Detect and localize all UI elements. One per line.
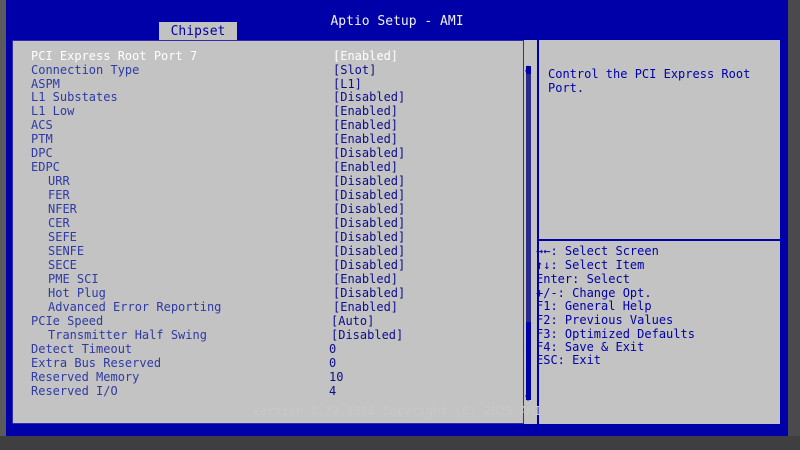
- setting-label: SENFE: [48, 244, 85, 258]
- monitor-bezel-bottom: [0, 436, 800, 450]
- setting-label: Transmitter Half Swing: [48, 328, 207, 342]
- setting-value[interactable]: [Enabled]: [333, 272, 398, 286]
- key-help-item: ↑↓: Select Item: [536, 258, 645, 272]
- key-help-item: F3: Optimized Defaults: [536, 327, 695, 341]
- setting-label: Hot Plug: [48, 286, 106, 300]
- setting-label: SECE: [48, 258, 77, 272]
- setting-label: SEFE: [48, 230, 77, 244]
- setting-value[interactable]: [L1]: [333, 77, 362, 91]
- setting-value[interactable]: [Disabled]: [333, 146, 405, 160]
- setting-label: PTM: [31, 132, 53, 146]
- setting-value[interactable]: [Disabled]: [333, 216, 405, 230]
- setting-label: L1 Substates: [31, 90, 118, 104]
- help-description: Control the PCI Express Root Port.: [548, 67, 758, 95]
- setting-value[interactable]: [Disabled]: [333, 90, 405, 104]
- setting-value[interactable]: [Disabled]: [333, 244, 405, 258]
- app-title: Aptio Setup - AMI: [330, 14, 464, 29]
- key-help-item: F2: Previous Values: [536, 313, 674, 327]
- setting-label: ASPM: [31, 77, 60, 91]
- setting-label: Extra Bus Reserved: [31, 356, 162, 370]
- setting-value[interactable]: [Disabled]: [333, 188, 405, 202]
- key-help-item: +/-: Change Opt.: [536, 286, 652, 300]
- key-help-item: ESC: Exit: [536, 353, 602, 367]
- setting-value[interactable]: [Enabled]: [333, 49, 398, 63]
- scroll-down-icon[interactable]: ▼: [521, 393, 535, 404]
- setting-value[interactable]: [Enabled]: [333, 104, 398, 118]
- setting-value[interactable]: [Auto]: [331, 314, 374, 328]
- setting-label: DPC: [31, 146, 53, 160]
- setting-value[interactable]: 10: [329, 370, 343, 384]
- tab-chipset[interactable]: Chipset: [159, 22, 237, 40]
- version-footer: Version 2.22.1288 Copyright (C) 2023 AMI: [252, 404, 542, 418]
- setting-label: CER: [48, 216, 70, 230]
- setting-value[interactable]: [Disabled]: [333, 230, 405, 244]
- key-help-item: F1: General Help: [536, 299, 652, 313]
- setting-label: PCI Express Root Port 7: [31, 49, 198, 63]
- setting-label: PME SCI: [48, 272, 99, 286]
- setting-value[interactable]: [Enabled]: [333, 118, 398, 132]
- setting-value[interactable]: [Slot]: [333, 63, 376, 77]
- setting-value[interactable]: [Disabled]: [333, 258, 405, 272]
- monitor-bezel-right: [788, 0, 800, 450]
- setting-label: NFER: [48, 202, 77, 216]
- setting-label: Reserved Memory: [31, 370, 140, 384]
- setting-label: URR: [48, 174, 70, 188]
- setting-label: EDPC: [31, 160, 60, 174]
- setting-value[interactable]: [Disabled]: [333, 202, 405, 216]
- key-help-item: Enter: Select: [536, 272, 630, 286]
- scroll-up-icon[interactable]: ▲: [521, 63, 535, 74]
- key-help-item: →←: Select Screen: [536, 244, 659, 258]
- setting-label: Advanced Error Reporting: [48, 300, 222, 314]
- setting-value[interactable]: [Disabled]: [333, 286, 405, 300]
- key-help-item: F4: Save & Exit: [536, 340, 645, 354]
- setting-label: L1 Low: [31, 104, 75, 118]
- setting-value[interactable]: 0: [329, 356, 336, 370]
- setting-label: Reserved I/O: [31, 384, 118, 398]
- setting-label: FER: [48, 188, 70, 202]
- setting-label: ACS: [31, 118, 53, 132]
- setting-value[interactable]: [Disabled]: [331, 328, 403, 342]
- setting-label: PCIe Speed: [31, 314, 104, 328]
- setting-label: Detect Timeout: [31, 342, 133, 356]
- setting-value[interactable]: [Enabled]: [333, 132, 398, 146]
- setting-value[interactable]: 0: [329, 342, 336, 356]
- setting-label: Connection Type: [31, 63, 140, 77]
- scrollbar-thumb[interactable]: [526, 74, 531, 322]
- setting-value[interactable]: [Enabled]: [333, 300, 398, 314]
- help-divider: [539, 239, 786, 241]
- setting-value[interactable]: [Enabled]: [333, 160, 398, 174]
- setting-value[interactable]: [Disabled]: [333, 174, 405, 188]
- bios-screen: Aptio Setup - AMI Chipset PCI Express Ro…: [6, 0, 788, 436]
- setting-value[interactable]: 4: [329, 384, 336, 398]
